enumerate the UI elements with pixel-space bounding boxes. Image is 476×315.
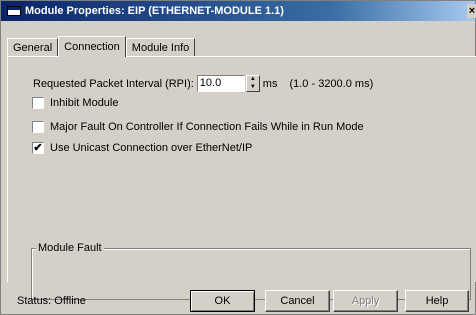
tab-connection[interactable]: Connection <box>58 36 126 57</box>
module-fault-label: Module Fault <box>36 242 104 254</box>
cancel-button[interactable]: Cancel <box>265 290 330 312</box>
rpi-range: (1.0 - 3200.0 ms) <box>289 77 374 90</box>
help-button[interactable]: Help <box>405 290 469 312</box>
inhibit-row: Inhibit Module <box>32 97 119 109</box>
major-fault-checkbox[interactable] <box>32 121 44 133</box>
unicast-checkbox[interactable]: ✔ <box>32 142 44 154</box>
title-bar[interactable]: Module Properties: EIP (ETHERNET-MODULE … <box>1 1 476 21</box>
rpi-row: Requested Packet Interval (RPI): 10.0 ▲ … <box>33 75 373 92</box>
module-properties-dialog: Module Properties: EIP (ETHERNET-MODULE … <box>0 0 476 315</box>
rpi-input[interactable]: 10.0 <box>196 75 245 92</box>
major-fault-row: Major Fault On Controller If Connection … <box>32 121 364 133</box>
window-title: Module Properties: EIP (ETHERNET-MODULE … <box>25 5 284 17</box>
window-app-icon <box>7 6 21 16</box>
close-icon[interactable]: × <box>467 4 476 18</box>
apply-button[interactable]: Apply <box>333 290 398 312</box>
tab-strip: General Connection Module Info <box>7 36 196 57</box>
inhibit-label: Inhibit Module <box>50 97 119 109</box>
status-text: Status: Offline <box>17 295 86 307</box>
rpi-unit: ms <box>262 77 278 90</box>
tab-module-info[interactable]: Module Info <box>125 38 196 56</box>
unicast-row: ✔ Use Unicast Connection over EtherNet/I… <box>32 142 252 154</box>
unicast-label: Use Unicast Connection over EtherNet/IP <box>50 142 253 154</box>
spin-down-icon[interactable]: ▼ <box>247 84 259 92</box>
ok-button[interactable]: OK <box>190 290 255 312</box>
tab-general[interactable]: General <box>7 38 59 56</box>
rpi-spinner[interactable]: ▲ ▼ <box>245 75 260 92</box>
spin-up-icon[interactable]: ▲ <box>247 76 259 84</box>
rpi-label: Requested Packet Interval (RPI): <box>33 77 194 90</box>
major-fault-label: Major Fault On Controller If Connection … <box>50 121 364 133</box>
inhibit-checkbox[interactable] <box>32 97 44 109</box>
